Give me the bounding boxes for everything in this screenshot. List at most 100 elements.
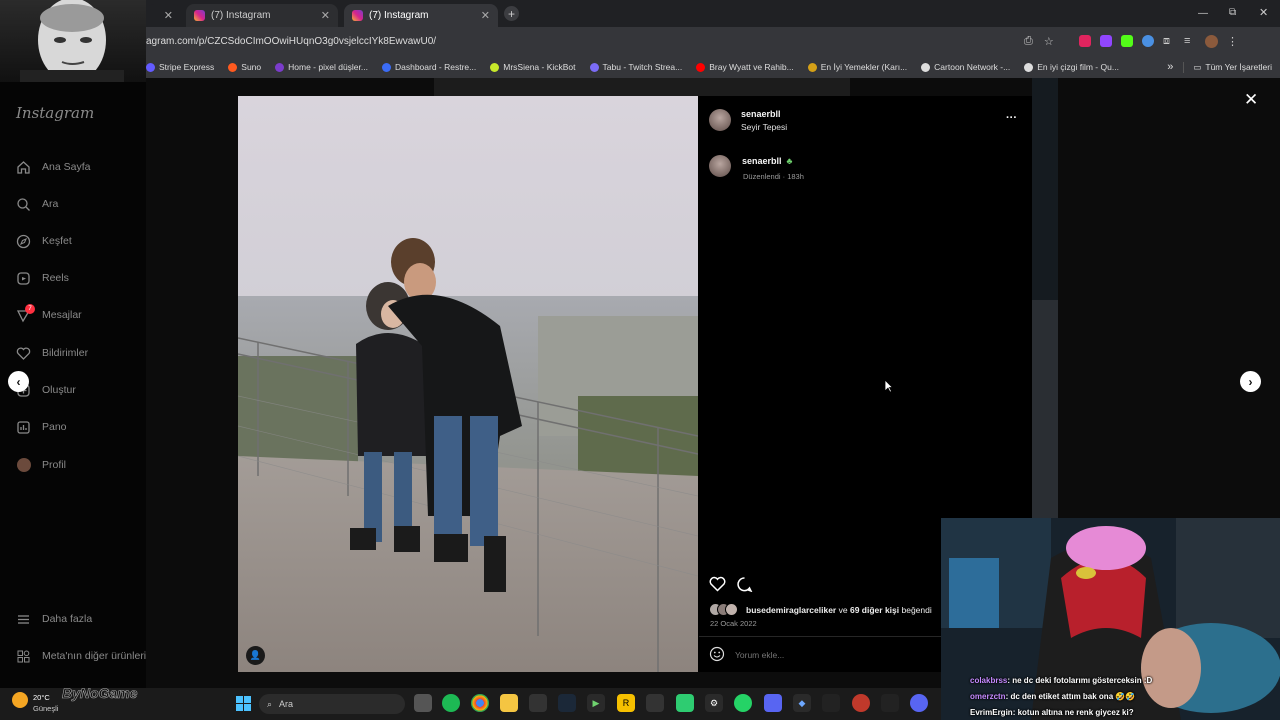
like-icon[interactable] xyxy=(709,576,726,597)
play-icon[interactable]: ▶ xyxy=(587,694,605,712)
app-icon[interactable] xyxy=(764,694,782,712)
tab-instagram-active[interactable]: (7) Instagram ✕ xyxy=(344,4,498,27)
sidebar-meta-products[interactable]: Meta'nın diğer ürünleri xyxy=(16,647,146,665)
bookmark[interactable]: MrsSiena - KickBot xyxy=(490,62,576,72)
sidebar-item-messages[interactable]: 7 Mesajlar xyxy=(16,303,82,324)
spotify-icon[interactable] xyxy=(442,694,460,712)
profile-avatar[interactable] xyxy=(1205,35,1218,48)
close-icon[interactable]: ✕ xyxy=(1244,90,1258,110)
app-icon[interactable] xyxy=(881,694,899,712)
url-field[interactable]: agram.com/p/CZCSdoCImOOwiHUqnO3g0vsjelcc… xyxy=(146,31,1016,52)
all-bookmarks-folder[interactable]: ▭ Tüm Yer İşaretleri xyxy=(1183,61,1272,73)
settings-icon[interactable]: ⚙ xyxy=(705,694,723,712)
taskbar-search[interactable]: ⌕ Ara xyxy=(259,694,405,714)
sidebar-item-notifications[interactable]: Bildirimler xyxy=(16,344,88,362)
task-view-icon[interactable] xyxy=(414,694,432,712)
emoji-icon[interactable] xyxy=(709,646,725,667)
sidebar-item-label: Mesajlar xyxy=(42,309,82,321)
bookmark[interactable]: En iyi çizgi film - Qu... xyxy=(1024,62,1119,72)
toolbar-icons: ⎙ ☆ xyxy=(1024,35,1054,48)
app-icon[interactable] xyxy=(822,694,840,712)
close-tab-icon[interactable]: ✕ xyxy=(164,9,173,22)
previous-post-button[interactable]: ‹ xyxy=(8,371,29,392)
mouse-cursor-icon xyxy=(884,379,894,398)
capcut-icon[interactable] xyxy=(646,694,664,712)
more-options-icon[interactable]: ··· xyxy=(1006,112,1017,124)
star-icon[interactable]: ☆ xyxy=(1044,35,1054,48)
likes-and: ve xyxy=(838,605,848,615)
post-location[interactable]: Seyir Tepesi xyxy=(741,122,787,132)
caption-author[interactable]: senaerbll ♣ xyxy=(742,156,792,166)
post-date: 22 Ocak 2022 xyxy=(710,619,757,628)
whatsapp-icon[interactable] xyxy=(734,694,752,712)
bookmarks-overflow-icon[interactable]: » xyxy=(1167,61,1173,73)
new-tab-button[interactable]: + xyxy=(504,6,519,21)
bookmark[interactable]: Stripe Express xyxy=(146,62,214,72)
bookmark[interactable]: Dashboard - Restre... xyxy=(381,62,476,72)
sidebar-item-home[interactable]: Ana Sayfa xyxy=(16,158,90,176)
sidebar-item-reels[interactable]: Reels xyxy=(16,269,69,287)
post-photo[interactable]: 👤 xyxy=(238,96,698,672)
sidebar-item-search[interactable]: Ara xyxy=(16,195,58,213)
extension-icon[interactable] xyxy=(1142,35,1154,47)
chat-text: : dc den etiket attım bak ona 🤣🤣 xyxy=(1005,692,1136,701)
sidebar-more[interactable]: Daha fazla xyxy=(16,610,92,628)
app-icon[interactable] xyxy=(676,694,694,712)
sidebar-item-dashboard[interactable]: Pano xyxy=(16,418,67,436)
twitch-icon[interactable] xyxy=(1100,35,1112,47)
sidebar-item-profile[interactable]: Profil xyxy=(16,456,66,474)
kick-icon[interactable] xyxy=(1121,35,1133,47)
search-icon: ⌕ xyxy=(267,698,273,709)
chrome-icon[interactable] xyxy=(471,694,489,712)
obs-icon[interactable] xyxy=(852,694,870,712)
rockstar-icon[interactable]: R xyxy=(617,694,635,712)
tab-instagram-1[interactable]: (7) Instagram ✕ xyxy=(186,4,338,27)
restore-icon[interactable]: ⧉ xyxy=(1229,7,1236,18)
puzzle-icon[interactable]: ⧈ xyxy=(1163,35,1175,47)
bookmark[interactable]: Home - pixel düşler... xyxy=(275,62,368,72)
comment-avatar[interactable] xyxy=(709,155,731,177)
caption-username[interactable]: senaerbll xyxy=(742,156,782,166)
sidebar-item-label: Oluştur xyxy=(42,384,76,396)
epic-games-icon[interactable] xyxy=(529,694,547,712)
divider xyxy=(699,636,941,637)
weather-temp[interactable]: 20°C xyxy=(33,693,50,702)
minimize-icon[interactable]: — xyxy=(1198,8,1208,19)
bookmark[interactable]: En İyi Yemekler (Karı... xyxy=(807,62,907,72)
app-icon[interactable]: ◆ xyxy=(793,694,811,712)
liker-username[interactable]: busedemiraglarceliker xyxy=(746,605,836,615)
steam-icon[interactable] xyxy=(558,694,576,712)
backdrop-content xyxy=(434,78,850,96)
likes-count[interactable]: 69 diğer kişi xyxy=(850,605,899,615)
menu-icon[interactable]: ⋮ xyxy=(1227,35,1238,48)
comment-icon[interactable] xyxy=(736,576,753,597)
discord-icon[interactable] xyxy=(910,694,928,712)
user-tag-icon[interactable]: 👤 xyxy=(246,646,265,665)
tab-partial[interactable]: ✕ xyxy=(146,4,181,27)
extension-icon[interactable] xyxy=(1079,35,1091,47)
close-tab-icon[interactable]: ✕ xyxy=(321,9,330,22)
instagram-logo[interactable]: Instagram xyxy=(16,104,94,122)
bookmark[interactable]: Suno xyxy=(228,62,261,72)
post-author-username[interactable]: senaerbll xyxy=(741,109,781,119)
avatar-icon xyxy=(16,458,31,473)
close-tab-icon[interactable]: ✕ xyxy=(481,9,490,22)
weather-desc[interactable]: Güneşli xyxy=(33,704,58,713)
chat-username: EvrimErgin xyxy=(970,708,1013,717)
cast-icon[interactable]: ⎙ xyxy=(1024,35,1033,48)
message-badge: 7 xyxy=(25,303,35,314)
windows-start-icon[interactable] xyxy=(234,694,252,712)
comment-input[interactable] xyxy=(735,648,935,662)
media-icon[interactable]: ≡ xyxy=(1184,35,1196,47)
heart-icon xyxy=(16,346,31,361)
file-explorer-icon[interactable] xyxy=(500,694,518,712)
bookmark[interactable]: Bray Wyatt ve Rahib... xyxy=(696,62,794,72)
hamburger-icon xyxy=(16,612,31,627)
author-avatar[interactable] xyxy=(709,109,731,131)
sidebar-item-explore[interactable]: Keşfet xyxy=(16,232,72,250)
next-post-button[interactable]: › xyxy=(1240,371,1261,392)
compass-icon xyxy=(16,234,31,249)
close-window-icon[interactable]: ✕ xyxy=(1259,6,1268,19)
bookmark[interactable]: Tabu - Twitch Strea... xyxy=(589,62,682,72)
bookmark[interactable]: Cartoon Network -... xyxy=(921,62,1010,72)
